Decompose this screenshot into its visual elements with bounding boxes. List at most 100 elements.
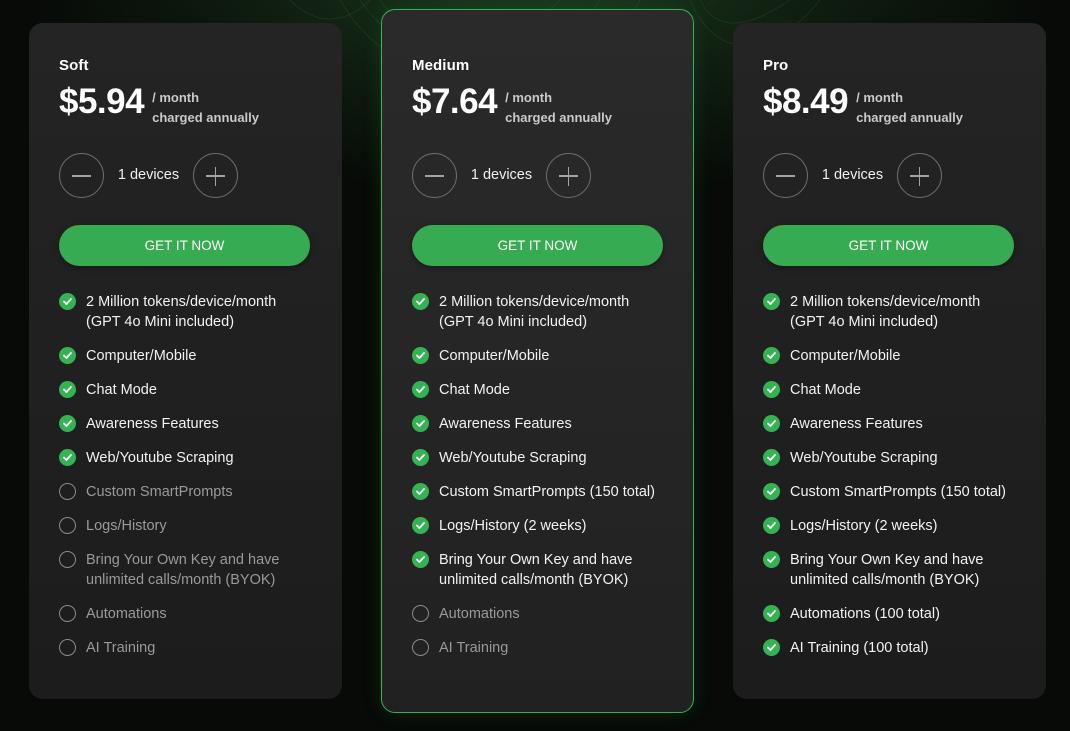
feature-label: Computer/Mobile	[790, 348, 901, 364]
feature-label: Computer/Mobile	[86, 348, 197, 364]
price-row: $8.49 / month charged annually	[763, 82, 1016, 134]
feature-label: Awareness Features	[86, 416, 219, 432]
feature-item: Chat Mode	[763, 380, 1016, 400]
check-icon	[412, 381, 429, 398]
feature-item: AI Training	[412, 638, 663, 658]
price-period: / month charged annually	[505, 88, 612, 128]
plan-price: $7.64	[412, 82, 498, 121]
feature-label: Automations (100 total)	[790, 606, 940, 622]
check-icon	[59, 381, 76, 398]
feature-label: 2 Million tokens/device/month (GPT 4o Mi…	[439, 294, 630, 330]
check-icon	[59, 415, 76, 432]
feature-label: Logs/History (2 weeks)	[439, 518, 587, 534]
decrease-devices-button[interactable]	[59, 152, 104, 198]
feature-item: Logs/History (2 weeks)	[412, 516, 663, 536]
plan-price: $8.49	[763, 82, 849, 121]
empty-circle-icon	[412, 605, 429, 622]
plan-card-pro: Pro $8.49 / month charged annually 1 dev…	[733, 23, 1046, 699]
decrease-devices-button[interactable]	[412, 152, 457, 198]
feature-label: AI Training (100 total)	[790, 640, 929, 656]
check-icon	[412, 293, 429, 310]
billing-note: charged annually	[856, 110, 964, 125]
feature-item: Awareness Features	[763, 414, 1016, 434]
device-stepper: 1 devices	[412, 152, 663, 198]
plan-name: Medium	[412, 57, 470, 74]
check-icon	[412, 483, 429, 500]
feature-item: Automations	[59, 604, 312, 624]
feature-label: Computer/Mobile	[439, 348, 550, 364]
feature-label: Awareness Features	[439, 416, 572, 432]
feature-label: Automations	[439, 606, 520, 622]
plan-name: Pro	[763, 57, 789, 74]
feature-label: Web/Youtube Scraping	[790, 450, 938, 466]
get-it-now-button[interactable]: GET IT NOW	[59, 225, 310, 266]
feature-item: AI Training (100 total)	[763, 638, 1016, 658]
feature-item: Logs/History	[59, 516, 312, 536]
increase-devices-button[interactable]	[193, 152, 238, 198]
feature-label: Chat Mode	[790, 382, 861, 398]
check-icon	[412, 551, 429, 568]
device-stepper: 1 devices	[763, 152, 1016, 198]
price-period-unit: / month	[856, 90, 904, 105]
plan-name: Soft	[59, 57, 89, 74]
feature-item: Custom SmartPrompts	[59, 482, 312, 502]
check-icon	[412, 517, 429, 534]
price-period-unit: / month	[505, 90, 553, 105]
price-row: $7.64 / month charged annually	[412, 82, 663, 134]
empty-circle-icon	[412, 639, 429, 656]
feature-label: Automations	[86, 606, 167, 622]
device-count: 1 devices	[117, 167, 180, 183]
feature-label: Bring Your Own Key and have unlimited ca…	[790, 552, 984, 588]
check-icon	[59, 293, 76, 310]
feature-label: Custom SmartPrompts (150 total)	[439, 484, 655, 500]
check-icon	[59, 449, 76, 466]
get-it-now-button[interactable]: GET IT NOW	[412, 225, 663, 266]
check-icon	[763, 551, 780, 568]
check-icon	[763, 517, 780, 534]
increase-devices-button[interactable]	[897, 152, 942, 198]
feature-item: Awareness Features	[412, 414, 663, 434]
feature-label: 2 Million tokens/device/month (GPT 4o Mi…	[790, 294, 981, 330]
empty-circle-icon	[59, 639, 76, 656]
feature-list: 2 Million tokens/device/month (GPT 4o Mi…	[763, 292, 1016, 658]
feature-item: Web/Youtube Scraping	[763, 448, 1016, 468]
price-period: / month charged annually	[152, 88, 259, 128]
price-row: $5.94 / month charged annually	[59, 82, 312, 134]
feature-label: 2 Million tokens/device/month (GPT 4o Mi…	[86, 294, 277, 330]
feature-item: Logs/History (2 weeks)	[763, 516, 1016, 536]
feature-label: AI Training	[86, 640, 156, 656]
feature-list: 2 Million tokens/device/month (GPT 4o Mi…	[59, 292, 312, 658]
feature-label: Chat Mode	[439, 382, 510, 398]
feature-item: Automations	[412, 604, 663, 624]
feature-label: Chat Mode	[86, 382, 157, 398]
feature-label: Custom SmartPrompts (150 total)	[790, 484, 1006, 500]
empty-circle-icon	[59, 551, 76, 568]
feature-list: 2 Million tokens/device/month (GPT 4o Mi…	[412, 292, 663, 658]
device-count: 1 devices	[470, 167, 533, 183]
empty-circle-icon	[59, 483, 76, 500]
feature-item: Computer/Mobile	[412, 346, 663, 366]
feature-item: Custom SmartPrompts (150 total)	[412, 482, 663, 502]
feature-item: AI Training	[59, 638, 312, 658]
get-it-now-button[interactable]: GET IT NOW	[763, 225, 1014, 266]
check-icon	[763, 347, 780, 364]
feature-item: Custom SmartPrompts (150 total)	[763, 482, 1016, 502]
feature-item: Bring Your Own Key and have unlimited ca…	[412, 550, 663, 590]
minus-icon	[425, 175, 444, 177]
feature-item: Automations (100 total)	[763, 604, 1016, 624]
feature-label: AI Training	[439, 640, 509, 656]
check-icon	[763, 293, 780, 310]
feature-item: Awareness Features	[59, 414, 312, 434]
feature-item: Computer/Mobile	[59, 346, 312, 366]
check-icon	[763, 415, 780, 432]
price-period-unit: / month	[152, 90, 200, 105]
billing-note: charged annually	[505, 110, 613, 125]
check-icon	[412, 449, 429, 466]
check-icon	[763, 483, 780, 500]
increase-devices-button[interactable]	[546, 152, 591, 198]
feature-label: Logs/History (2 weeks)	[790, 518, 938, 534]
feature-item: Computer/Mobile	[763, 346, 1016, 366]
check-icon	[763, 449, 780, 466]
check-icon	[412, 347, 429, 364]
decrease-devices-button[interactable]	[763, 152, 808, 198]
